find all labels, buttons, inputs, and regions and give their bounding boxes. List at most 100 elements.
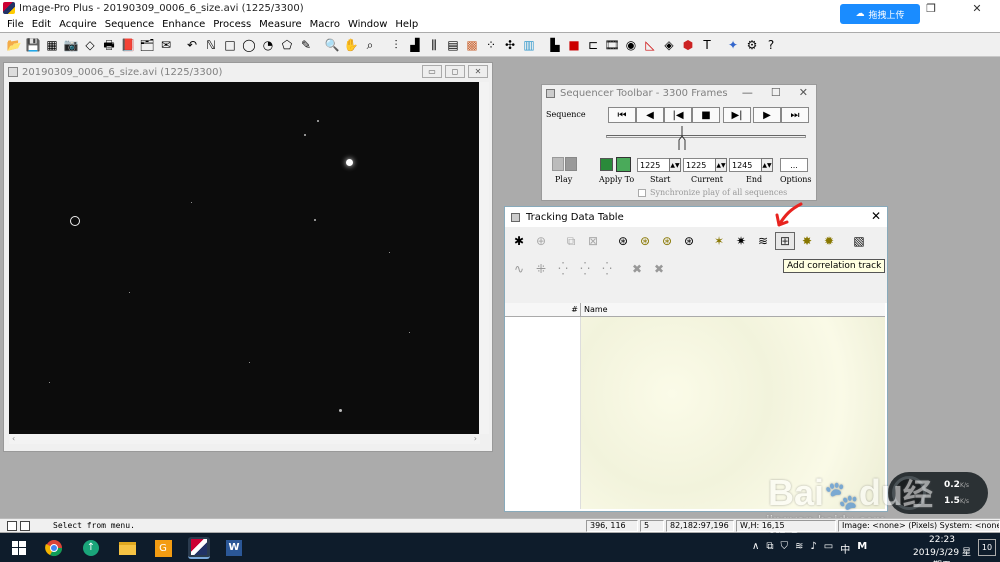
grid-spread-icon[interactable]: ▤ [444, 36, 462, 54]
text-icon[interactable]: T [698, 36, 716, 54]
sequencer-maximize-button[interactable]: ☐ [771, 86, 781, 99]
app-orange-icon[interactable]: G [152, 537, 174, 559]
image-vertical-scrollbar[interactable] [479, 82, 489, 434]
histogram-icon[interactable]: ▟ [406, 36, 424, 54]
track-new-icon[interactable]: ✱ [509, 232, 529, 250]
windows-start-icon[interactable] [8, 537, 30, 559]
sequencer-close-button[interactable]: ✕ [799, 86, 808, 99]
manual-track-icon[interactable]: ✷ [731, 232, 751, 250]
ellipse-icon[interactable]: ◯ [240, 36, 258, 54]
menu-sequence[interactable]: Sequence [101, 19, 158, 30]
track-open-icon[interactable]: ⊕ [531, 232, 551, 250]
taskbar-clock[interactable]: 22:23 2019/3/29 星期五 [912, 534, 972, 562]
scroll-right-icon[interactable]: › [474, 434, 477, 444]
tray-battery-icon[interactable]: ▭ [824, 541, 833, 556]
hand-icon[interactable]: ✋ [342, 36, 360, 54]
apply-to-icon[interactable] [600, 157, 632, 173]
copy-icon[interactable]: ⧉ [561, 232, 581, 250]
red-square-icon[interactable]: ■ [565, 36, 583, 54]
track-b-icon[interactable]: ⊛ [635, 232, 655, 250]
delete-icon[interactable]: ⊠ [583, 232, 603, 250]
palette-icon[interactable]: ▩ [463, 36, 481, 54]
auto-track-icon[interactable]: ✶ [709, 232, 729, 250]
sliders-icon[interactable]: ⫶ [387, 36, 405, 54]
first-frame-button[interactable]: ⏮ [608, 107, 636, 123]
tray-volume-icon[interactable]: ♪ [810, 541, 816, 556]
menu-process[interactable]: Process [209, 19, 255, 30]
tray-expand-icon[interactable]: ∧ [752, 541, 759, 556]
folder-icon[interactable]: 🗂 [138, 36, 156, 54]
tracking-close-button[interactable]: ✕ [871, 209, 881, 223]
chrome-icon[interactable] [43, 537, 65, 559]
book-icon[interactable]: 📕 [119, 36, 137, 54]
zoom-icon[interactable]: 🔍 [323, 36, 341, 54]
menu-acquire[interactable]: Acquire [55, 19, 101, 30]
image-canvas[interactable] [9, 82, 480, 434]
rectangle-icon[interactable]: □ [221, 36, 239, 54]
image-pro-plus-taskbar-icon[interactable] [188, 537, 210, 559]
path-icon[interactable]: ∿ [509, 260, 529, 278]
start-frame-spinner[interactable]: ▲▼ [669, 158, 681, 172]
wand-blue-icon[interactable]: ✦ [724, 36, 742, 54]
crosshair-grid-icon[interactable]: ✣ [501, 36, 519, 54]
track-c-icon[interactable]: ⊛ [657, 232, 677, 250]
status-window-icon[interactable] [7, 521, 17, 531]
undo-icon[interactable]: ↶ [183, 36, 201, 54]
new-aoi-icon[interactable]: ℕ [202, 36, 220, 54]
tracking-table-body[interactable] [581, 317, 885, 509]
sequencer-minimize-button[interactable]: — [742, 86, 753, 99]
menu-help[interactable]: Help [391, 19, 422, 30]
tray-shield-icon[interactable]: ⛉ [780, 541, 788, 556]
last-frame-button[interactable]: ⏭ [781, 107, 809, 123]
tracking-target-marker[interactable] [70, 216, 80, 226]
equalizer-icon[interactable]: ⫼ [425, 36, 443, 54]
chart-track-icon[interactable]: ▧ [849, 232, 869, 250]
multi-track-icon[interactable]: ✸ [797, 232, 817, 250]
step-backward-button[interactable]: |◀ [664, 107, 692, 123]
file-explorer-icon[interactable] [116, 537, 138, 559]
cube-icon[interactable]: ⬢ [679, 36, 697, 54]
notification-center-button[interactable]: 10 [978, 539, 996, 556]
tray-m-icon[interactable]: M [857, 541, 867, 556]
current-frame-spinner[interactable]: ▲▼ [715, 158, 727, 172]
magnifier-icon[interactable]: ⌕ [361, 36, 379, 54]
tray-wifi-icon[interactable]: ≋ [795, 541, 803, 556]
remove-all-icon[interactable]: ✖ [649, 260, 669, 278]
track-d-icon[interactable]: ⊛ [679, 232, 699, 250]
play-backward-button[interactable]: ◀ [636, 107, 664, 123]
multipoint-icon[interactable]: ⁛ [553, 260, 573, 278]
track-a-icon[interactable]: ⊛ [613, 232, 633, 250]
multipoint3-icon[interactable]: ⁛ [597, 260, 617, 278]
image-window-minimize-button[interactable]: ▭ [422, 65, 442, 78]
help-tool-icon[interactable]: ? [762, 36, 780, 54]
column-header-number[interactable]: # [505, 302, 581, 317]
status-windows-icon[interactable] [20, 521, 30, 531]
end-frame-spinner[interactable]: ▲▼ [761, 158, 773, 172]
tray-network-icon[interactable]: ⧉ [766, 541, 773, 556]
step-forward-button[interactable]: ▶| [723, 107, 751, 123]
wand-icon[interactable]: ✎ [297, 36, 315, 54]
image-window-close-button[interactable]: ✕ [468, 65, 488, 78]
menu-window[interactable]: Window [344, 19, 391, 30]
acquire-icon[interactable]: 📷 [62, 36, 80, 54]
polygon-icon[interactable]: ⬠ [278, 36, 296, 54]
grid-icon[interactable]: ▦ [43, 36, 61, 54]
tray-ime[interactable]: 中 [840, 541, 850, 556]
end-frame-input[interactable]: 1245 [729, 158, 763, 172]
graph-red-icon[interactable]: ◺ [641, 36, 659, 54]
cloud-upload-button[interactable]: ☁ 拖拽上传 [840, 4, 920, 24]
open-icon[interactable]: 📂 [5, 36, 23, 54]
film-icon[interactable]: 🎞 [603, 36, 621, 54]
stop-button[interactable]: ■ [692, 107, 720, 123]
grid-dots-icon[interactable]: ⁘ [482, 36, 500, 54]
tracking-titlebar[interactable]: Tracking Data Table [505, 207, 887, 227]
multipoint2-icon[interactable]: ⁛ [575, 260, 595, 278]
target-track-icon[interactable]: ✹ [819, 232, 839, 250]
save-icon[interactable]: 💾 [24, 36, 42, 54]
eraser-icon[interactable]: ◇ [81, 36, 99, 54]
remove-icon[interactable]: ✖ [627, 260, 647, 278]
play-icon[interactable] [552, 157, 577, 173]
play-forward-button[interactable]: ▶ [753, 107, 781, 123]
image-window-titlebar[interactable]: 20190309_0006_6_size.avi (1225/3300) [4, 63, 492, 81]
frame-slider-track[interactable] [606, 135, 806, 138]
